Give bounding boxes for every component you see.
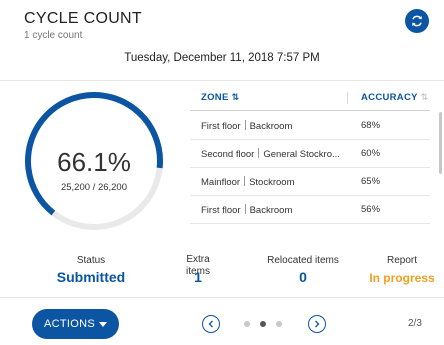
zone-area: Stockroom xyxy=(249,177,295,188)
gauge-percent: 66.1% xyxy=(57,147,131,177)
table-row[interactable]: Second floor General Stockro... 60% xyxy=(190,140,430,168)
sort-icon: ⇅ xyxy=(231,92,240,102)
accuracy-cell: 68% xyxy=(361,120,381,131)
refresh-icon xyxy=(412,15,422,27)
column-header-zone-label: ZONE xyxy=(201,92,229,103)
page-subtitle: 1 cycle count xyxy=(24,30,83,41)
chevron-left-icon xyxy=(208,320,213,328)
caret-down-icon xyxy=(99,321,107,327)
table-row[interactable]: First floor Backroom 68% xyxy=(190,112,430,140)
column-header-accuracy[interactable]: ACCURACY ⇅ xyxy=(361,92,429,103)
separator xyxy=(244,120,246,130)
table-row[interactable]: First floor Backroom 56% xyxy=(190,196,430,224)
zone-floor: First floor xyxy=(201,121,241,132)
zone-floor: First floor xyxy=(201,205,241,216)
page-dot[interactable] xyxy=(276,321,282,327)
divider xyxy=(0,297,444,298)
column-header-accuracy-label: ACCURACY xyxy=(361,92,418,103)
zone-floor: Second floor xyxy=(201,149,255,160)
column-header-zone[interactable]: ZONE ⇅ xyxy=(201,92,239,103)
previous-page-button[interactable] xyxy=(202,315,220,333)
divider xyxy=(0,80,444,81)
actions-button-label: ACTIONS xyxy=(44,318,95,330)
status-label: Status xyxy=(76,255,106,266)
zone-cell: First floor Backroom xyxy=(201,204,351,216)
accuracy-cell: 65% xyxy=(361,176,381,187)
gauge-counts: 25,200 / 26,200 xyxy=(60,182,128,193)
page-dot-active[interactable] xyxy=(260,321,266,327)
zone-area: Backroom xyxy=(249,205,293,216)
table-scrollbar[interactable] xyxy=(439,112,442,174)
page-title: CYCLE COUNT xyxy=(24,10,142,27)
report-label: Report xyxy=(386,255,417,266)
relocated-items-value: 0 xyxy=(299,269,307,285)
relocated-items-label: Relocated items xyxy=(267,255,339,266)
refresh-button[interactable] xyxy=(405,9,429,33)
accuracy-cell: 56% xyxy=(361,204,381,215)
next-page-button[interactable] xyxy=(308,315,326,333)
report-status-value: In progress xyxy=(369,271,435,285)
accuracy-cell: 60% xyxy=(361,148,381,159)
separator xyxy=(258,148,260,158)
separator xyxy=(244,176,246,186)
zone-floor: Mainfloor xyxy=(201,177,241,188)
column-divider xyxy=(347,92,348,104)
extra-items-value: 1 xyxy=(194,269,202,285)
sort-icon: ⇅ xyxy=(420,92,429,102)
actions-button[interactable]: ACTIONS xyxy=(32,309,119,339)
zone-area: General Stockro... xyxy=(263,149,340,160)
page-indicator: 2/3 xyxy=(408,318,422,329)
page-dot[interactable] xyxy=(244,321,250,327)
table-row[interactable]: Mainfloor Stockroom 65% xyxy=(190,168,430,196)
separator xyxy=(244,204,246,214)
header-divider xyxy=(190,110,430,111)
chevron-right-icon xyxy=(315,320,320,328)
zone-cell: Mainfloor Stockroom xyxy=(201,176,351,188)
zone-cell: First floor Backroom xyxy=(201,120,351,132)
zone-area: Backroom xyxy=(249,121,293,132)
zone-cell: Second floor General Stockro... xyxy=(201,148,351,160)
status-value: Submitted xyxy=(56,269,126,285)
report-datetime: Tuesday, December 11, 2018 7:57 PM xyxy=(124,52,320,64)
